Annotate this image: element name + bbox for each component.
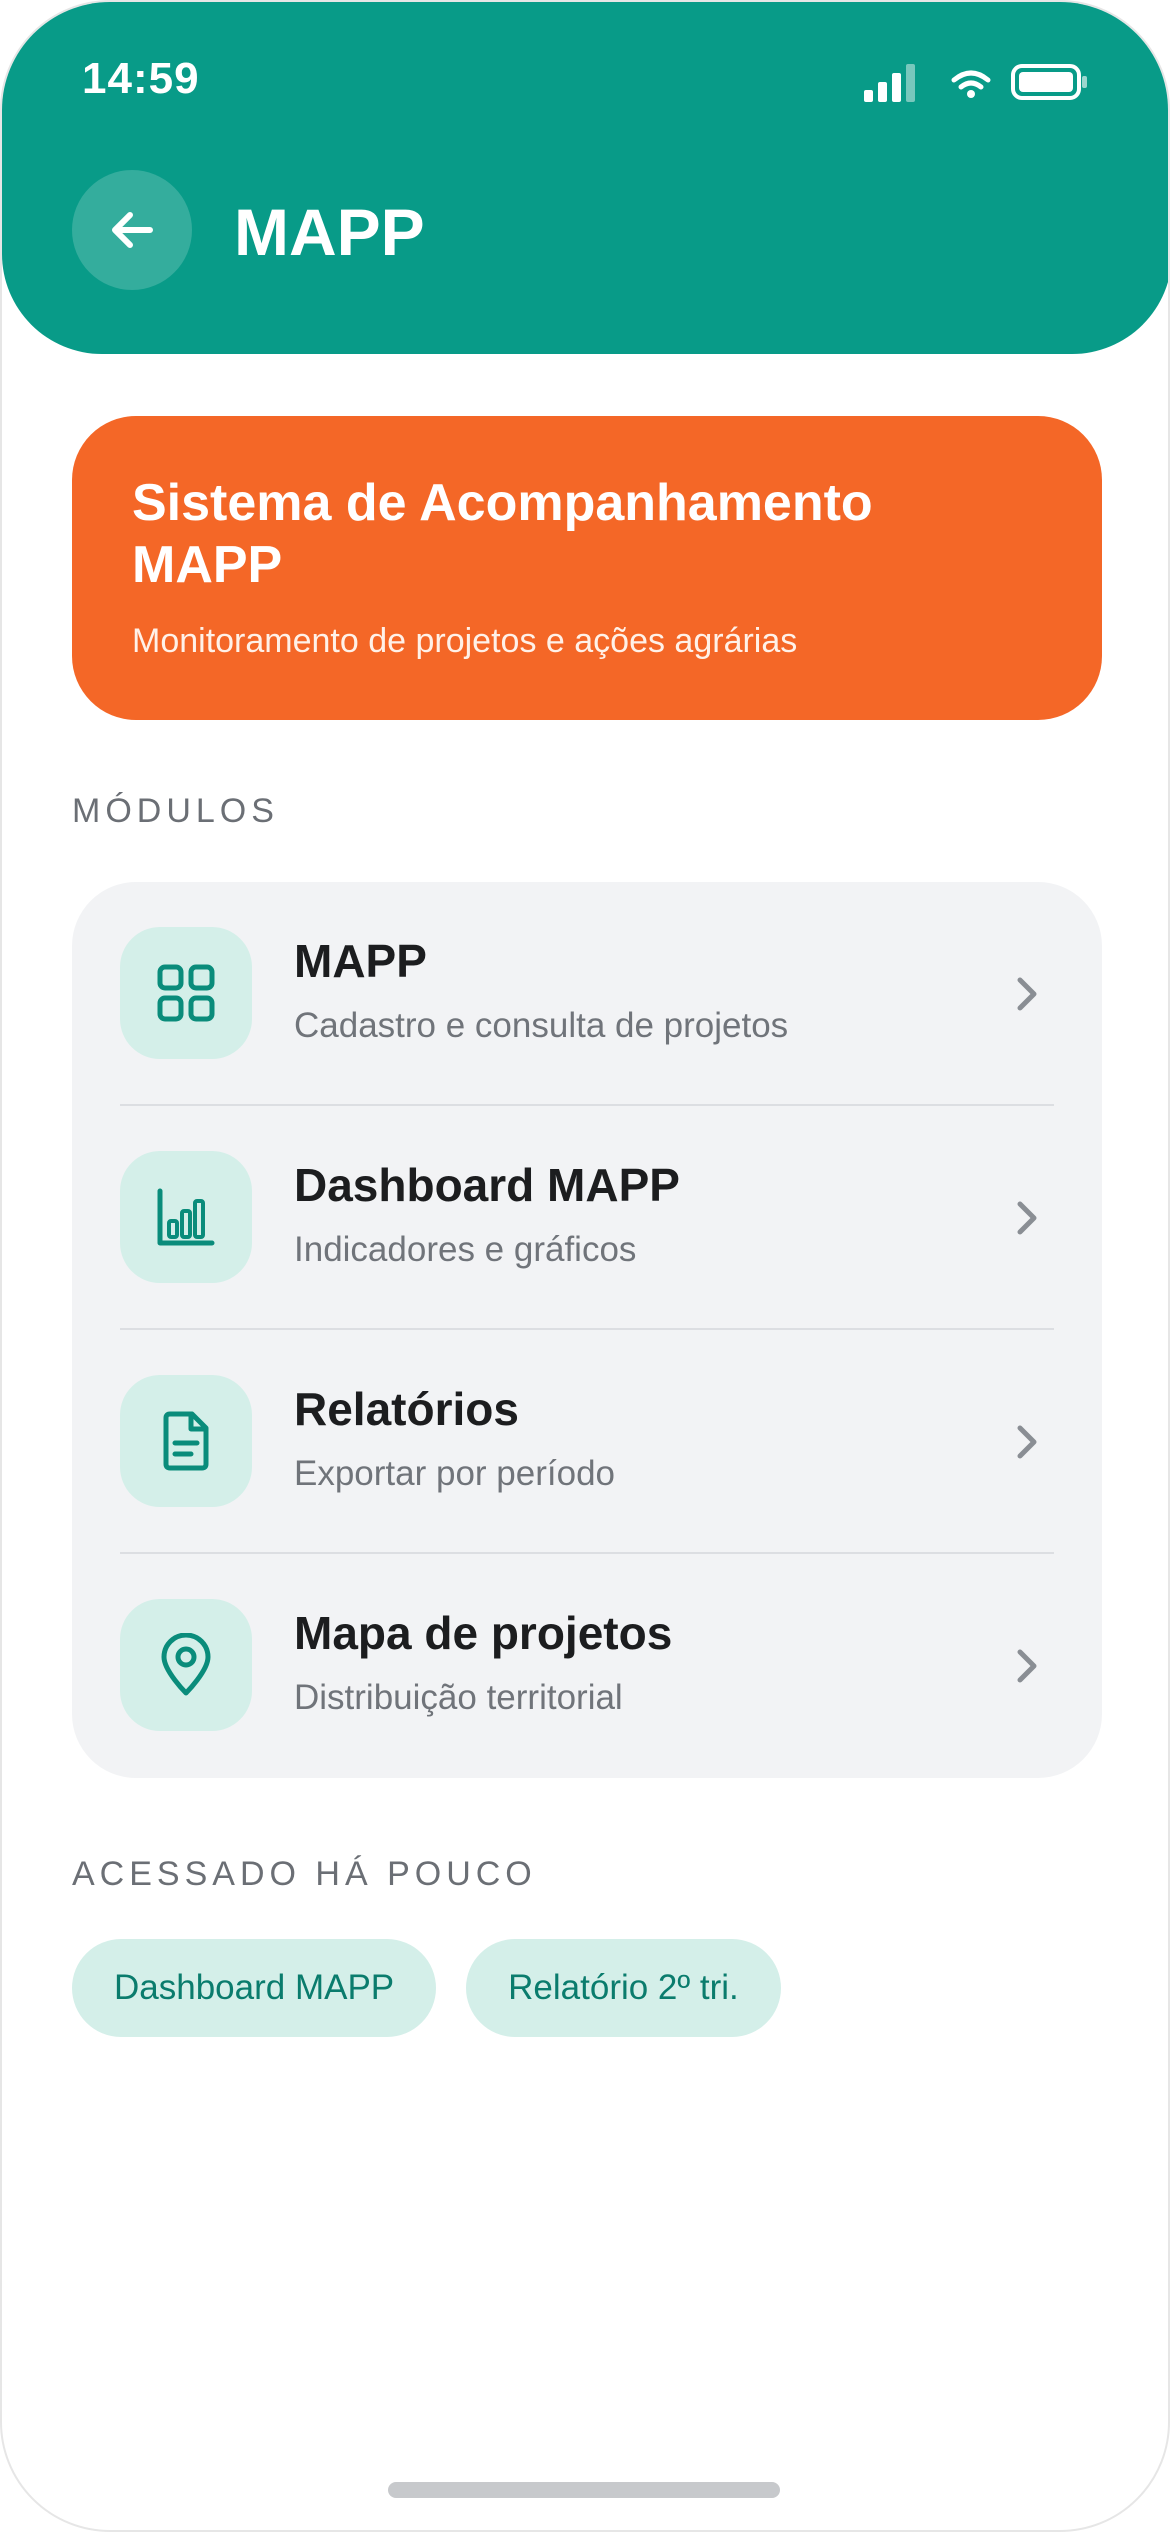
recent-chip-relatorio[interactable]: Relatório 2º tri. xyxy=(466,1939,781,2037)
hero-title: Sistema de Acompanhamento MAPP xyxy=(132,474,873,594)
module-title: Mapa de projetos xyxy=(294,1607,673,1659)
module-item-relatorios[interactable]: Relatórios Exportar por período xyxy=(72,1330,1102,1554)
module-title: Dashboard MAPP xyxy=(294,1159,680,1211)
home-indicator[interactable] xyxy=(388,2482,780,2498)
chevron-right-icon xyxy=(1017,1425,1037,1459)
module-subtitle: Exportar por período xyxy=(294,1454,616,1493)
module-item-mapa[interactable]: Mapa de projetos Distribuição territoria… xyxy=(72,1554,1102,1778)
recent-chips: Dashboard MAPP Relatório 2º tri. xyxy=(72,1939,781,2037)
map-pin-icon xyxy=(120,1599,252,1731)
hero-subtitle: Monitoramento de projetos e ações agrári… xyxy=(132,622,798,660)
arrow-left-icon xyxy=(112,212,153,248)
module-title: Relatórios xyxy=(294,1383,519,1435)
wifi-icon xyxy=(951,70,991,98)
module-subtitle: Distribuição territorial xyxy=(294,1678,623,1717)
battery-icon xyxy=(1011,64,1087,100)
chevron-right-icon xyxy=(1017,1649,1037,1683)
module-item-mapp[interactable]: MAPP Cadastro e consulta de projetos xyxy=(72,882,1102,1106)
modules-section-label: MÓDULOS xyxy=(72,792,279,830)
phone-screen: 14:59 MAPP Sistema de Acompanhamento MAP… xyxy=(0,0,1170,2532)
chevron-right-icon xyxy=(1017,977,1037,1011)
status-icons xyxy=(862,60,1092,104)
module-title: MAPP xyxy=(294,935,427,987)
app-header: 14:59 MAPP xyxy=(2,2,1168,354)
module-subtitle: Indicadores e gráficos xyxy=(294,1230,637,1269)
back-button[interactable] xyxy=(72,170,192,290)
module-subtitle: Cadastro e consulta de projetos xyxy=(294,1006,789,1045)
chevron-right-icon xyxy=(1017,1201,1037,1235)
grid-icon xyxy=(120,927,252,1059)
recent-chip-dashboard[interactable]: Dashboard MAPP xyxy=(72,1939,437,2037)
recent-section-label: ACESSADO HÁ POUCO xyxy=(72,1855,537,1893)
modules-list: MAPP Cadastro e consulta de projetos Das… xyxy=(72,882,1102,1778)
document-icon xyxy=(120,1375,252,1507)
signal-icon xyxy=(864,64,915,102)
module-item-dashboard[interactable]: Dashboard MAPP Indicadores e gráficos xyxy=(72,1106,1102,1330)
bar-chart-icon xyxy=(120,1151,252,1283)
page-title: MAPP xyxy=(234,195,425,269)
hero-banner: Sistema de Acompanhamento MAPP Monitoram… xyxy=(72,416,1102,720)
status-time: 14:59 xyxy=(82,54,200,103)
